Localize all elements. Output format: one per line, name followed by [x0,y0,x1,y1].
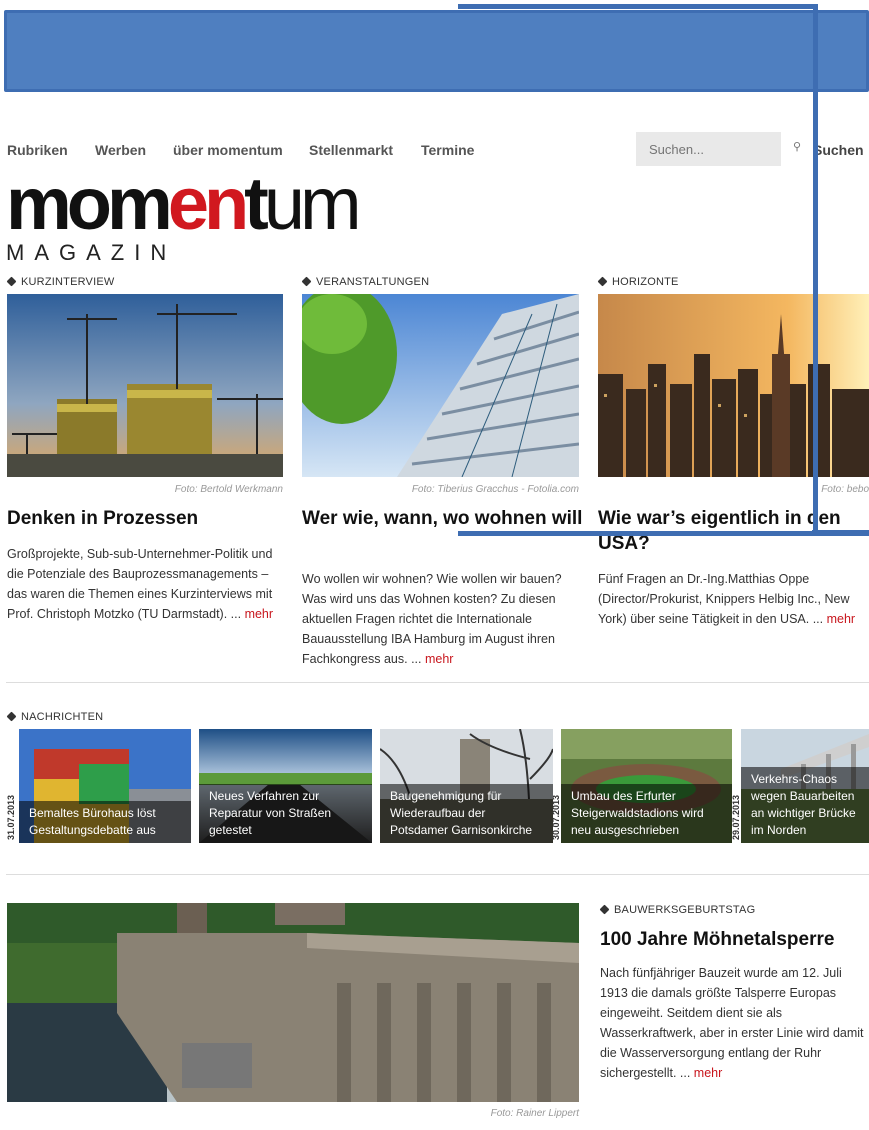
read-more-link[interactable]: mehr [425,652,453,666]
photo-caption: Foto: Bertold Werkmann [174,484,283,495]
feature-image-cranes[interactable] [7,294,283,477]
article-teaser: Wo wollen wir wohnen? Wie wollen wir bau… [302,572,562,666]
news-item[interactable]: Baugenehmigung für Wiederaufbau der Pots… [380,729,553,843]
article-title[interactable]: Denken in Prozessen [7,506,287,531]
nav-item-werben[interactable]: Werben [95,142,146,158]
news-text: Bemaltes Bürohaus löst Gestaltungsdebatt… [19,801,191,843]
nav-item-stellenmarkt[interactable]: Stellenmarkt [309,142,393,158]
news-text: Neues Verfahren zur Reparatur von Straße… [199,784,372,843]
highlight-outline [458,4,818,536]
news-text: Verkehrs-Chaos wegen Bauarbeiten an wich… [741,767,869,843]
divider [6,874,869,875]
news-item[interactable]: Bemaltes Bürohaus löst Gestaltungsdebatt… [19,729,191,843]
article-teaser: Nach fünfjähriger Bauzeit wurde am 12. J… [600,966,864,1080]
tag-icon [301,276,312,287]
site-logo[interactable]: momentum MAGAZIN [6,167,362,266]
category-tag[interactable]: VERANSTALTUNGEN [301,276,429,288]
tag-icon [6,711,17,722]
news-text: Baugenehmigung für Wiederaufbau der Pots… [380,784,553,843]
category-tag[interactable]: KURZINTERVIEW [6,276,114,288]
highlight-outline-edge [812,530,869,536]
nav-item-ueber-momentum[interactable]: über momentum [173,142,283,158]
category-tag[interactable]: NACHRICHTEN [6,711,103,723]
read-more-link[interactable]: mehr [694,1066,722,1080]
read-more-link[interactable]: mehr [827,612,855,626]
read-more-link[interactable]: mehr [245,607,273,621]
article-title[interactable]: 100 Jahre Möhnetalsperre [600,927,869,952]
article-teaser: Fünf Fragen an Dr.-Ing.Matthias Oppe (Di… [598,572,856,626]
photo-caption: Foto: Rainer Lippert [490,1108,579,1119]
feature-image-dam[interactable] [7,903,579,1102]
news-item[interactable]: Neues Verfahren zur Reparatur von Straße… [199,729,372,843]
category-tag[interactable]: BAUWERKSGEBURTSTAG [599,904,755,916]
news-item[interactable]: Umbau des Erfurter Steigerwaldstadions w… [561,729,732,843]
nav-item-rubriken[interactable]: Rubriken [7,142,68,158]
news-item[interactable]: Verkehrs-Chaos wegen Bauarbeiten an wich… [741,729,869,843]
divider [6,682,869,683]
search-button[interactable]: Suchen [813,142,864,158]
article-teaser: Großprojekte, Sub-sub-Unternehmer-Politi… [7,547,274,621]
tag-icon [599,904,610,915]
news-text: Umbau des Erfurter Steigerwaldstadions w… [561,784,732,843]
tag-icon [6,276,17,287]
